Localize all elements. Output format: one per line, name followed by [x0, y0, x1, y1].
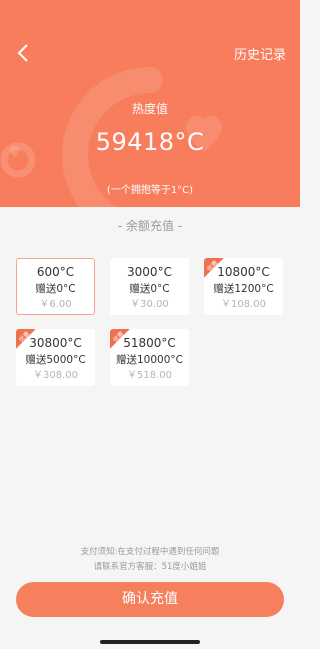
package-gift: 赠送5000°C: [25, 354, 86, 366]
customer-service-notice: 请联系官方客服：51度小姐姐: [93, 562, 207, 572]
heat-value: 59418°C: [95, 128, 205, 156]
package-gift: 赠送1200°C: [213, 283, 274, 295]
payment-notice: 支付须知:在支付过程中遇到任何问题: [80, 547, 220, 557]
discount-badge: 优惠: [110, 329, 132, 351]
package-amount: 600°C: [36, 265, 75, 279]
chevron-left-icon: [17, 44, 28, 62]
package-card-3000[interactable]: 3000°C 赠送0°C ￥30.00: [110, 258, 189, 315]
package-card-51800[interactable]: 优惠 51800°C 赠送10000°C ￥518.00: [110, 329, 189, 386]
history-link[interactable]: 历史记录: [234, 44, 286, 63]
package-price: ￥6.00: [39, 299, 72, 310]
heat-note: (一个拥抱等于1°C): [106, 185, 194, 196]
package-gift: 赠送0°C: [129, 283, 170, 295]
package-price: ￥518.00: [127, 370, 172, 381]
discount-badge: 优惠: [204, 258, 226, 280]
package-amount: 3000°C: [127, 265, 172, 279]
package-gift: 赠送0°C: [35, 283, 76, 295]
package-card-30800[interactable]: 优惠 30800°C 赠送5000°C ￥308.00: [16, 329, 95, 386]
heat-label: 热度值: [131, 102, 168, 116]
header-banner: 历史记录 热度值 59418°C (一个拥抱等于1°C): [0, 0, 300, 207]
package-price: ￥30.00: [130, 299, 169, 310]
discount-badge: 优惠: [16, 329, 38, 351]
package-card-10800[interactable]: 优惠 10800°C 赠送1200°C ￥108.00: [204, 258, 283, 315]
home-indicator: [100, 640, 200, 644]
package-gift: 赠送10000°C: [116, 354, 183, 366]
package-price: ￥308.00: [33, 370, 78, 381]
section-title: - 余额充值 -: [117, 219, 183, 233]
package-price: ￥108.00: [221, 299, 266, 310]
confirm-recharge-button[interactable]: 确认充值: [16, 582, 284, 617]
back-button[interactable]: [10, 40, 36, 66]
package-card-600[interactable]: 600°C 赠送0°C ￥6.00: [16, 258, 95, 315]
